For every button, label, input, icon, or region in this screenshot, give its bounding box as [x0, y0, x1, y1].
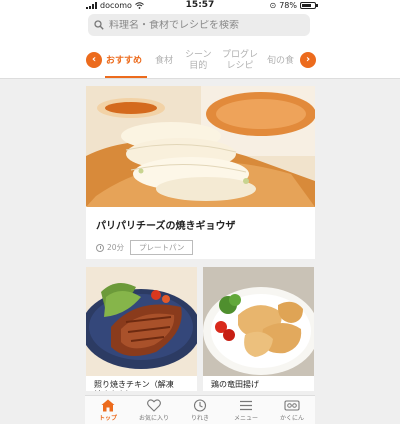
battery-label: 78%: [279, 1, 297, 10]
search-bar[interactable]: [88, 14, 310, 36]
tab-seasonal[interactable]: 旬の食: [267, 56, 294, 67]
clock-icon: [96, 243, 104, 252]
featured-recipe-meta: 20分 プレートパン: [96, 240, 194, 255]
nav-label: りれき: [190, 415, 209, 422]
history-icon: [193, 399, 207, 412]
tab-program[interactable]: プログレ レシピ: [222, 50, 258, 72]
tabs-prev-button[interactable]: ‹: [86, 52, 102, 68]
cookware-tag: プレートパン: [130, 240, 194, 255]
nav-label: メニュー: [233, 415, 258, 422]
tab-scene[interactable]: シーン 目的: [185, 50, 212, 72]
nav-favorites[interactable]: お気に入り: [131, 396, 177, 424]
tabs-next-button[interactable]: ›: [300, 52, 316, 68]
nav-label: トップ: [98, 415, 117, 422]
nav-label: お気に入り: [138, 415, 169, 422]
active-tab-indicator: [105, 76, 147, 78]
featured-recipe-title: パリパリチーズの焼きギョウザ: [96, 221, 236, 232]
recipe-title: 鶏の竜田揚げ: [211, 380, 259, 389]
status-bar: docomo 15:57 ⊙ 78%: [0, 0, 400, 12]
nav-top[interactable]: トップ: [85, 396, 131, 424]
recipe-card[interactable]: 照り焼きチキン（解凍 焼きもも）: [86, 267, 197, 391]
recipe-title: 照り焼きチキン（解凍 焼きもも）: [94, 380, 174, 391]
nav-history[interactable]: りれき: [177, 396, 223, 424]
search-input[interactable]: [109, 19, 299, 31]
search-icon: [94, 20, 104, 30]
karaage-photo: [203, 267, 314, 376]
heart-icon: [147, 399, 161, 412]
battery-icon: [300, 2, 318, 9]
teriyaki-chicken-photo: [86, 267, 197, 376]
bottom-nav: トップ お気に入り りれき メニュー かくにん: [85, 395, 315, 424]
device-icon: [284, 400, 300, 411]
nav-label: かくにん: [279, 415, 304, 422]
featured-recipe-card[interactable]: パリパリチーズの焼きギョウザ 20分 プレートパン: [86, 86, 315, 259]
menu-icon: [240, 400, 252, 411]
recipe-card[interactable]: 鶏の竜田揚げ: [203, 267, 314, 391]
home-icon: [101, 399, 115, 412]
header: [0, 12, 400, 45]
nav-menu[interactable]: メニュー: [223, 396, 269, 424]
orientation-lock-icon: ⊙: [269, 1, 277, 10]
tab-ingredients[interactable]: 食材: [155, 56, 173, 67]
category-tabs: ‹ おすすめ 食材 シーン 目的 プログレ レシピ 旬の食 ›: [0, 45, 400, 79]
status-right: ⊙ 78%: [269, 1, 318, 10]
gyoza-photo: [86, 86, 315, 207]
tab-recommended[interactable]: おすすめ: [106, 56, 142, 67]
nav-check[interactable]: かくにん: [269, 396, 315, 424]
cook-time: 20分: [107, 243, 125, 252]
status-time: 15:57: [185, 0, 215, 10]
